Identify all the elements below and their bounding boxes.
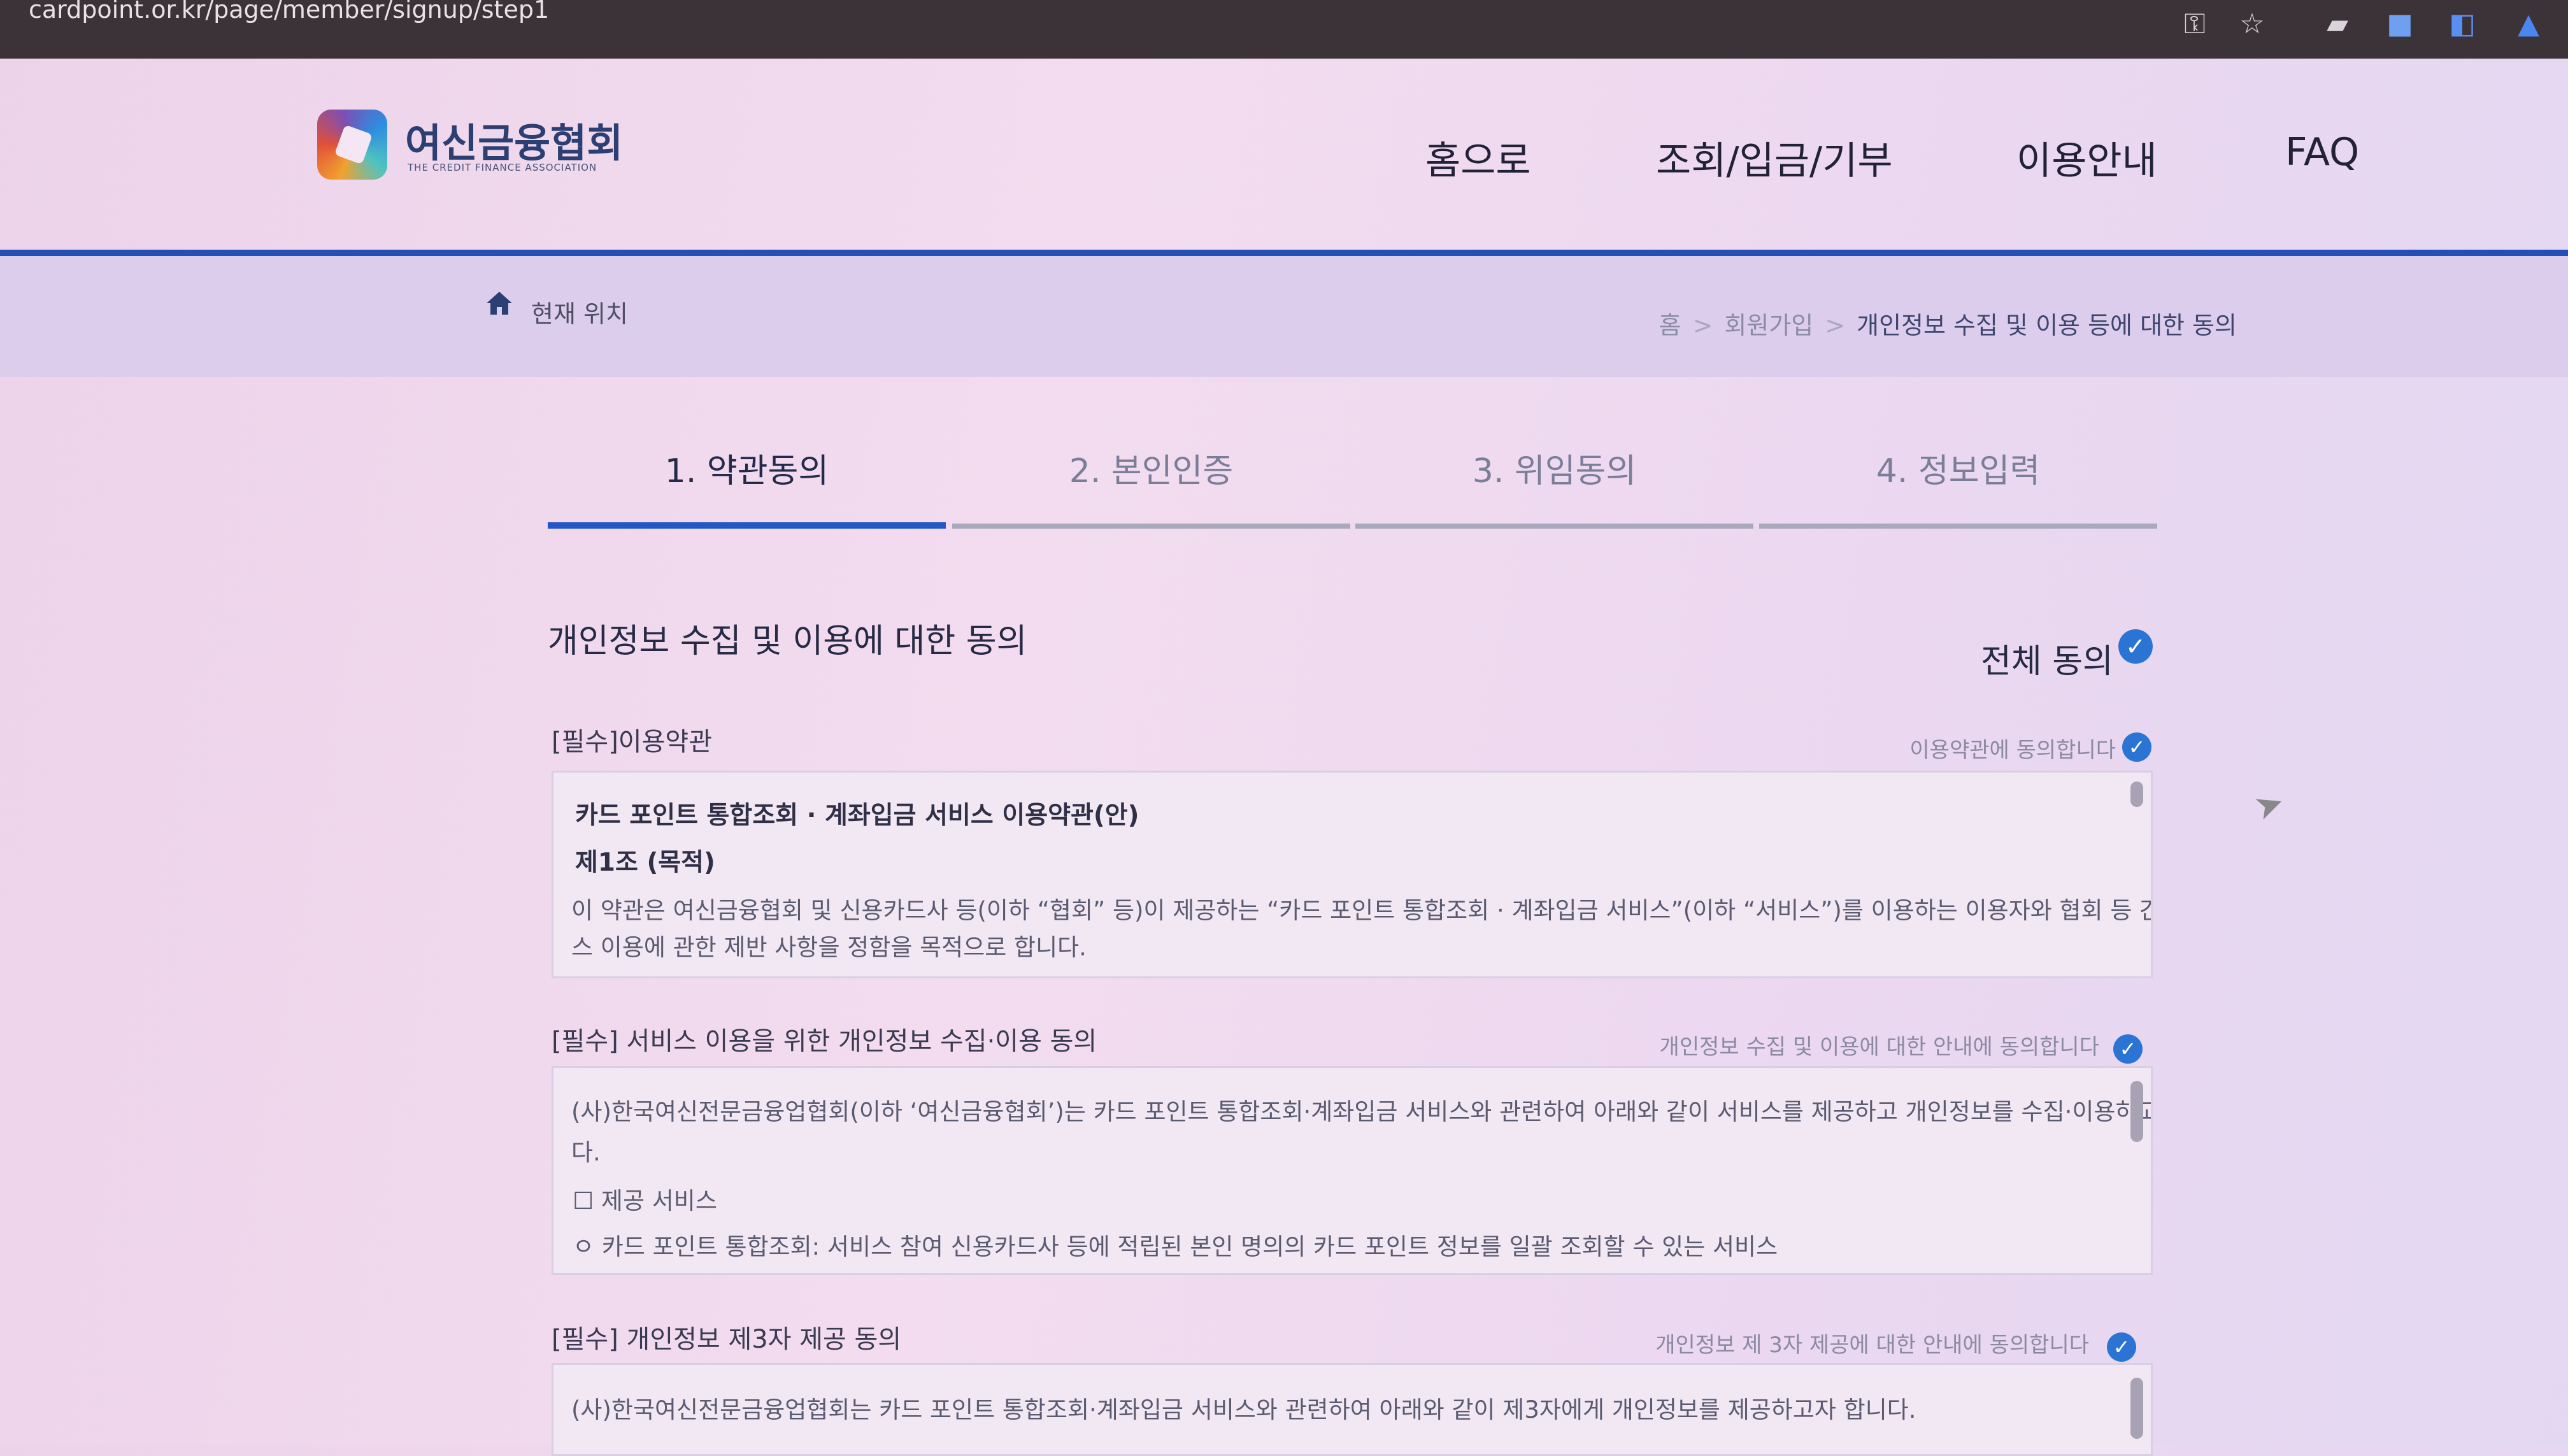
- step-label: 2. 본인인증: [1069, 452, 1234, 490]
- site-header: 여신금융협회 THE CREDIT FINANCE ASSOCIATION 홈으…: [0, 59, 2568, 256]
- logo-icon[interactable]: [317, 110, 387, 180]
- privacy-collection-agree-label[interactable]: 개인정보 수집 및 이용에 대한 안내에 동의합니다: [1660, 1029, 2099, 1060]
- breadcrumb-label: 현재 위치: [531, 300, 628, 328]
- breadcrumb-current: 개인정보 수집 및 이용 등에 대한 동의: [1857, 311, 2237, 339]
- scrollbar[interactable]: [2130, 1378, 2143, 1439]
- third-party-agree-label[interactable]: 개인정보 제 3자 제공에 대한 안내에 동의합니다: [1655, 1327, 2089, 1359]
- tab-step-delegation[interactable]: 3. 위임동의: [1355, 439, 1753, 535]
- step-indicator: [1355, 524, 1753, 529]
- terms-heading: 카드 포인트 통합조회 · 계좌입금 서비스 이용약관(안): [575, 801, 1139, 830]
- logo-subtitle: THE CREDIT FINANCE ASSOCIATION: [408, 162, 597, 173]
- agree-all-check-icon[interactable]: ✓: [2118, 629, 2153, 664]
- address-bar[interactable]: cardpoint.or.kr/page/member/signup/step1: [29, 0, 549, 25]
- profile-icon[interactable]: ▲: [2511, 6, 2546, 42]
- translate-icon[interactable]: ◧: [2444, 6, 2480, 42]
- breadcrumb-home[interactable]: 홈: [1659, 311, 1681, 339]
- step-label: 1. 약관동의: [664, 452, 829, 490]
- mouse-cursor-icon: ➤: [2248, 781, 2290, 829]
- extension-icon[interactable]: ▰: [2320, 6, 2355, 42]
- key-icon[interactable]: ⚿: [2177, 6, 2213, 42]
- step-label: 4. 정보입력: [1876, 452, 2041, 490]
- terms-title: [필수]이용약관: [552, 727, 713, 757]
- terms-article: 제1조 (목적): [575, 848, 715, 877]
- terms-text-box[interactable]: 카드 포인트 통합조회 · 계좌입금 서비스 이용약관(안) 제1조 (목적) …: [552, 771, 2153, 978]
- breadcrumb-signup[interactable]: 회원가입: [1724, 311, 1813, 339]
- tab-step-info[interactable]: 4. 정보입력: [1759, 439, 2157, 535]
- tab-step-terms[interactable]: 1. 약관동의: [548, 439, 946, 535]
- privacy-text-line: (사)한국여신전문금융업협회(이하 ‘여신금융협회’)는 카드 포인트 통합조회…: [571, 1098, 2153, 1125]
- privacy-collection-text-box[interactable]: (사)한국여신전문금융업협회(이하 ‘여신금융협회’)는 카드 포인트 통합조회…: [552, 1066, 2153, 1275]
- page-title: 개인정보 수집 및 이용에 대한 동의: [548, 622, 1027, 660]
- privacy-collection-title: [필수] 서비스 이용을 위한 개인정보 수집·이용 동의: [552, 1027, 1097, 1056]
- nav-guide[interactable]: 이용안내: [2016, 130, 2157, 185]
- terms-agree-check-icon[interactable]: ✓: [2122, 732, 2151, 762]
- breadcrumb-separator: >: [1692, 311, 1713, 339]
- tab-step-verification[interactable]: 2. 본인인증: [952, 439, 1350, 535]
- scrollbar[interactable]: [2130, 782, 2143, 807]
- privacy-text-line: ㅇ 카드 포인트 통합조회: 서비스 참여 신용카드사 등에 적립된 본인 명의…: [573, 1233, 1778, 1260]
- agree-all-label[interactable]: 전체 동의: [1981, 634, 2113, 682]
- privacy-text-line: 다.: [571, 1139, 601, 1166]
- header-divider: [0, 250, 2568, 256]
- breadcrumb: 홈 > 회원가입 > 개인정보 수집 및 이용 등에 대한 동의: [1659, 306, 2237, 341]
- star-icon[interactable]: ☆: [2234, 6, 2270, 42]
- scrollbar[interactable]: [2130, 1081, 2143, 1142]
- browser-toolbar: cardpoint.or.kr/page/member/signup/step1…: [0, 0, 2568, 59]
- terms-text-line: 스 이용에 관한 제반 사항을 정함을 목적으로 합니다.: [571, 934, 1087, 961]
- third-party-check-icon[interactable]: ✓: [2107, 1332, 2136, 1362]
- nav-home[interactable]: 홈으로: [1425, 130, 1531, 185]
- step-label: 3. 위임동의: [1472, 452, 1637, 490]
- privacy-collection-check-icon[interactable]: ✓: [2113, 1034, 2143, 1064]
- third-party-title: [필수] 개인정보 제3자 제공 동의: [552, 1325, 902, 1354]
- step-indicator: [548, 522, 946, 529]
- logo-text[interactable]: 여신금융협회: [405, 111, 623, 168]
- privacy-service-heading: ☐ 제공 서비스: [573, 1187, 717, 1215]
- third-party-text-line: (사)한국여신전문금융업협회는 카드 포인트 통합조회·계좌입금 서비스와 관련…: [571, 1396, 1916, 1424]
- nav-inquiry[interactable]: 조회/입금/기부: [1656, 130, 1893, 185]
- nav-faq[interactable]: FAQ: [2285, 130, 2359, 175]
- extension-icon[interactable]: ■: [2382, 6, 2418, 42]
- terms-text-line: 이 약관은 여신금융협회 및 신용카드사 등(이하 “협회” 등)이 제공하는 …: [571, 897, 2153, 924]
- third-party-text-box[interactable]: (사)한국여신전문금융업협회는 카드 포인트 통합조회·계좌입금 서비스와 관련…: [552, 1363, 2153, 1456]
- step-indicator: [1759, 524, 2157, 529]
- breadcrumb-separator: >: [1825, 311, 1846, 339]
- home-icon: [487, 292, 512, 315]
- terms-agree-label[interactable]: 이용약관에 동의합니다: [1909, 732, 2116, 764]
- step-indicator: [952, 524, 1350, 529]
